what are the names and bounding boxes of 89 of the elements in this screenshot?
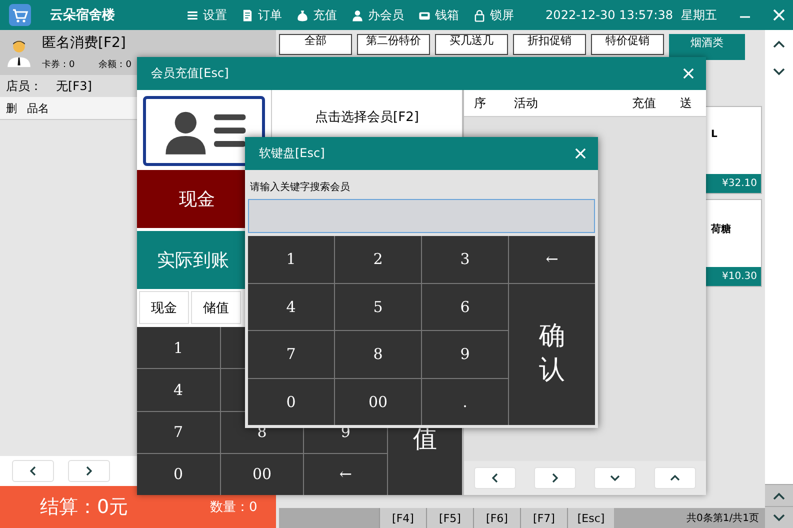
keypad-key[interactable]: 9 [422, 331, 508, 378]
keypad-key[interactable]: ← [304, 454, 387, 495]
column-header: 送 [679, 94, 692, 112]
keypad-key[interactable]: 1 [137, 327, 220, 368]
column-header: 品名 [27, 100, 49, 116]
previous-page-button[interactable] [474, 467, 516, 489]
function-key[interactable]: [F4] [379, 508, 426, 528]
previous-page-button[interactable] [12, 460, 54, 482]
balance-amount: 余额：0 [98, 58, 132, 71]
keypad-key[interactable]: 1 [248, 236, 334, 282]
cash-label: 现金 [179, 188, 215, 211]
function-key[interactable]: [F5] [426, 508, 473, 528]
menu-button[interactable]: 办会员 [351, 6, 404, 24]
keypad-key[interactable]: 3 [422, 236, 508, 282]
keypad-key[interactable]: 4 [248, 284, 334, 330]
product-name: L [710, 128, 718, 140]
weekday: 星期五 [681, 6, 717, 24]
keypad-key[interactable]: 0 [137, 454, 220, 495]
category-tab[interactable]: 烟酒类 [669, 34, 745, 60]
payment-tab[interactable]: 储值 [191, 291, 241, 324]
function-key[interactable]: [F6] [473, 508, 520, 528]
category-tab[interactable]: 第二份特价 [357, 34, 430, 55]
list-icon [186, 8, 199, 22]
avatar-icon [6, 38, 32, 68]
user-icon [351, 8, 364, 22]
clerk-value[interactable]: 无[F3] [56, 78, 92, 94]
close-icon[interactable] [575, 148, 586, 159]
column-header: 活动 [513, 94, 539, 112]
category-tab[interactable]: 买几送几 [435, 34, 508, 55]
menu-button[interactable]: 钱箱 [418, 6, 459, 24]
chevron-left-icon [490, 473, 500, 483]
category-tab[interactable]: 全部 [279, 34, 352, 55]
member-name[interactable]: 匿名消费[F2] [42, 34, 132, 52]
search-prompt: 请输入关键字搜索会员 [249, 180, 351, 195]
keypad-key[interactable]: . [422, 378, 508, 425]
chevron-right-icon [84, 466, 94, 476]
keypad-key[interactable]: 4 [137, 369, 220, 410]
page-info: 共0条第1/共1页 [686, 512, 759, 525]
keypad-key[interactable]: 00 [220, 454, 304, 495]
received-label: 实际到账 [157, 249, 229, 272]
category-tab[interactable]: 特价促销 [591, 34, 664, 55]
column-header: 序 [473, 94, 487, 112]
close-icon[interactable] [773, 9, 785, 21]
category-tab[interactable]: 折扣促销 [513, 34, 586, 55]
chevron-down-icon [773, 514, 785, 522]
menu-button[interactable]: 设置 [186, 6, 227, 24]
product-name: 荷糖 [710, 222, 732, 236]
keypad-key[interactable]: 2 [335, 236, 421, 282]
chevron-down-icon [610, 473, 620, 483]
cart-logo-icon [8, 3, 32, 27]
menu-button[interactable]: 锁屏 [473, 6, 514, 24]
function-key[interactable]: [F7] [520, 508, 567, 528]
search-field[interactable] [248, 199, 595, 233]
column-header: 充值 [631, 94, 657, 112]
next-page-button[interactable] [68, 460, 110, 482]
keypad-key[interactable]: 7 [137, 412, 220, 453]
keypad-key[interactable]: 5 [335, 284, 421, 330]
quantity-count: 数量：0 [210, 499, 258, 516]
money-bag-icon [296, 8, 309, 22]
app-name: 云朵宿舍楼 [50, 6, 116, 24]
keypad-key[interactable]: 00 [335, 378, 421, 425]
chevron-left-icon [28, 466, 38, 476]
close-icon[interactable] [683, 68, 694, 79]
chevron-up-icon [773, 40, 785, 48]
chevron-up-icon [670, 473, 680, 483]
dialog-title: 会员充值[Esc] [151, 65, 229, 82]
confirm-button[interactable]: 确认 [509, 284, 595, 425]
payment-tab[interactable]: 现金 [139, 291, 189, 324]
chevron-right-icon [550, 473, 560, 483]
document-icon [241, 8, 254, 22]
keypad-key[interactable]: 7 [248, 331, 334, 378]
column-header: 删 [6, 100, 17, 116]
function-key[interactable]: [Esc] [567, 508, 614, 528]
checkout-total: 结算：0元 [40, 495, 130, 520]
scroll-down-button[interactable] [765, 506, 793, 528]
menu-button[interactable]: 充值 [296, 6, 337, 24]
keypad-key[interactable]: ← [509, 236, 595, 282]
clerk-label: 店员： [6, 78, 42, 94]
chevron-up-icon [773, 492, 785, 500]
chevron-down-icon [773, 68, 785, 76]
next-page-button[interactable] [534, 467, 576, 489]
datetime: 2022-12-30 13:57:38 [546, 8, 673, 22]
coupon-count: 卡券：0 [42, 58, 75, 71]
keypad-key[interactable]: 0 [248, 378, 334, 425]
keypad-key[interactable]: 8 [335, 331, 421, 378]
keypad-key[interactable]: 6 [422, 284, 508, 330]
scroll-up-button[interactable] [765, 484, 793, 506]
lock-icon [473, 8, 486, 22]
menu-button[interactable]: 订单 [241, 6, 282, 24]
